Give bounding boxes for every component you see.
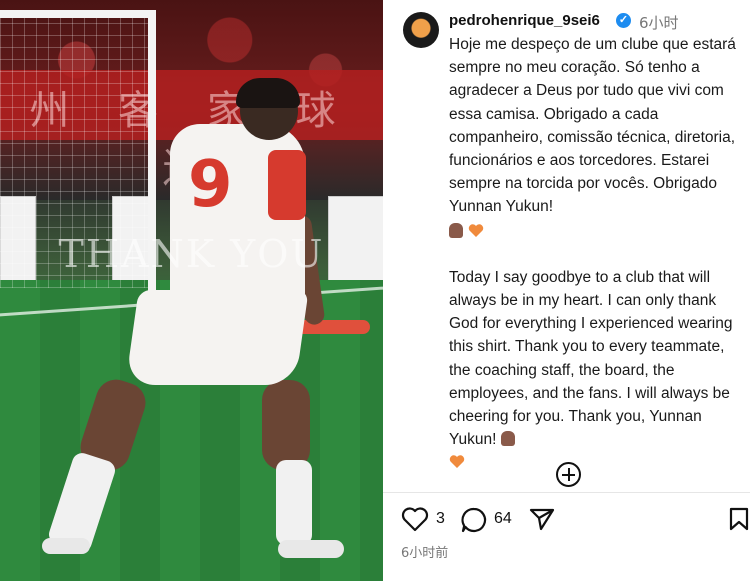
caption-english-text: Today I say goodbye to a club that will … <box>449 268 733 449</box>
caption-emoji-row <box>449 220 745 243</box>
share-paper-plane-icon[interactable] <box>528 506 556 532</box>
player-hair <box>236 78 300 108</box>
player-boot <box>278 540 344 558</box>
avatar[interactable] <box>403 12 439 48</box>
goal-crossbar <box>0 10 156 18</box>
orange-heart-emoji-icon <box>468 223 484 237</box>
caption-portuguese-text: Hoje me despeço de um clube que estará s… <box>449 36 736 216</box>
comment-icon[interactable] <box>460 506 488 534</box>
shirt-sleeve <box>268 150 306 220</box>
post-time: 6小时 <box>639 14 679 32</box>
caption-english: Today I say goodbye to a club that will … <box>449 266 745 452</box>
comment-count: 64 <box>494 510 512 527</box>
pray-emoji-icon <box>449 222 463 238</box>
add-circle-icon[interactable] <box>556 462 581 487</box>
player-leg <box>262 380 310 470</box>
divider <box>383 492 750 493</box>
caption-portuguese: Hoje me despeço de um clube que estará s… <box>449 33 745 219</box>
player-sock <box>276 460 312 545</box>
player-boot <box>42 538 90 554</box>
post-photo[interactable]: 州 客 家 球 迷 9 THANK YOU <box>0 0 383 581</box>
thank-you-watermark: THANK YOU <box>58 232 325 276</box>
post-panel: pedrohenrique_9sei6 ✓ 6小时 Hoje me despeç… <box>383 0 750 581</box>
caption-emoji-row <box>449 451 745 474</box>
pray-emoji-icon <box>500 431 515 447</box>
player-shorts <box>125 290 309 385</box>
username[interactable]: pedrohenrique_9sei6 <box>449 12 600 29</box>
bookmark-icon[interactable] <box>728 506 750 532</box>
like-count: 3 <box>436 510 445 527</box>
jersey-number: 9 <box>188 148 233 222</box>
verified-badge-icon: ✓ <box>616 13 631 28</box>
orange-heart-emoji-icon <box>449 455 465 469</box>
caption: Hoje me despeço de um clube que estará s… <box>449 33 745 475</box>
post-date: 6小时前 <box>401 546 449 561</box>
like-heart-icon[interactable] <box>401 506 429 532</box>
